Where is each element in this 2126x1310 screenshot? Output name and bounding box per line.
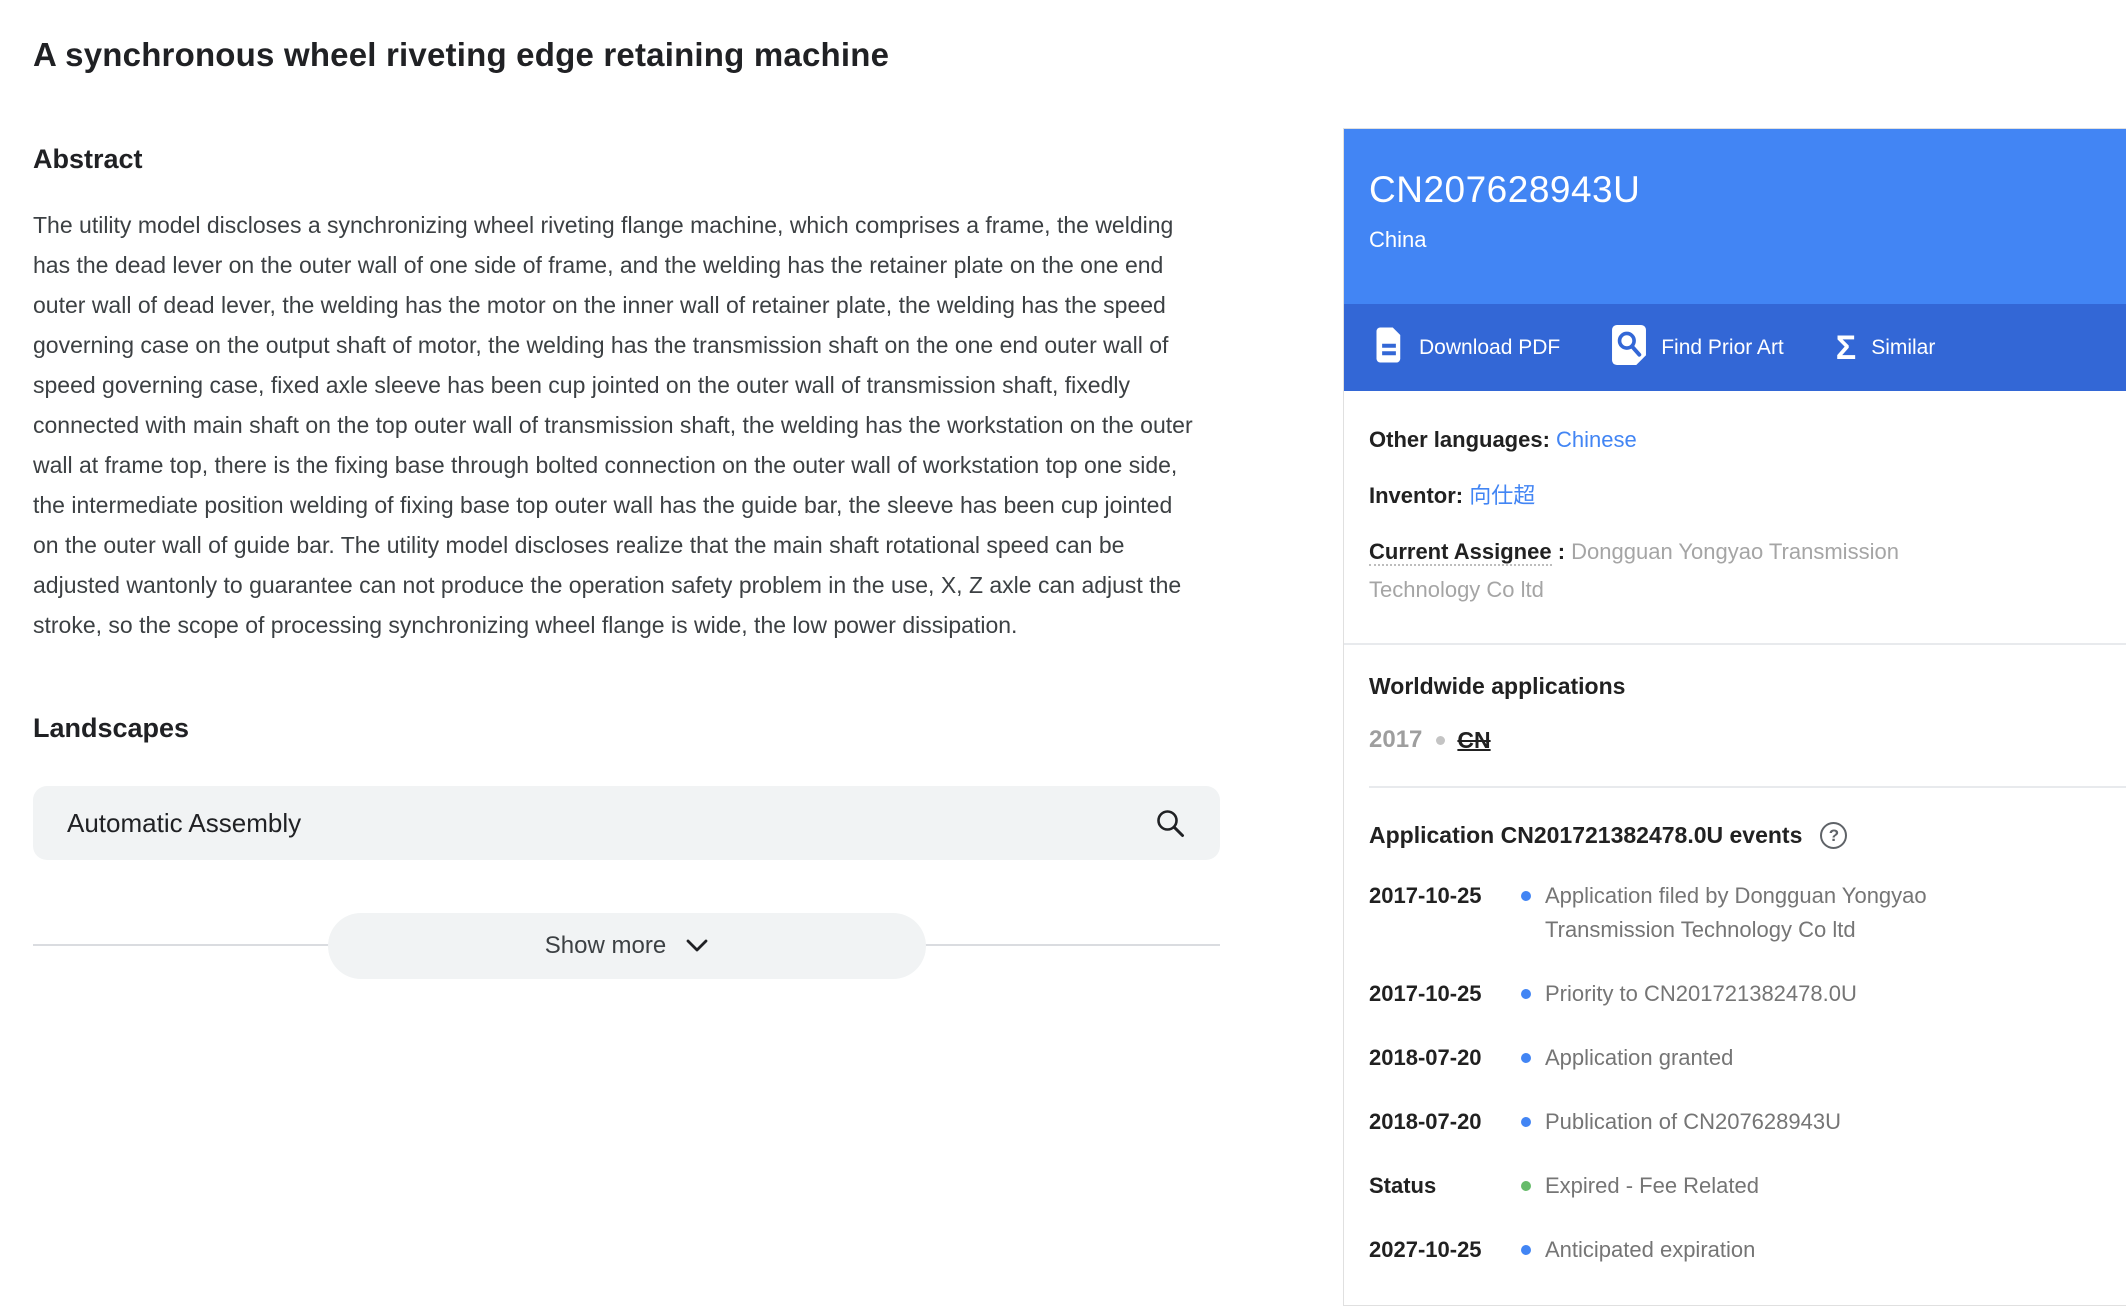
patent-card-header: CN207628943U China bbox=[1344, 129, 2126, 304]
inventor-link[interactable]: 向仕超 bbox=[1469, 483, 1535, 508]
event-text: Application granted bbox=[1545, 1041, 1733, 1075]
event-date: Status bbox=[1369, 1169, 1521, 1203]
abstract-text: The utility model discloses a synchroniz… bbox=[33, 205, 1193, 645]
event-row-status: Status Expired - Fee Related bbox=[1369, 1169, 2101, 1203]
sigma-icon: Σ bbox=[1836, 331, 1856, 365]
page-title: A synchronous wheel riveting edge retain… bbox=[33, 36, 1223, 74]
find-prior-art-label: Find Prior Art bbox=[1661, 336, 1784, 360]
show-more-button[interactable]: Show more bbox=[328, 913, 926, 979]
publication-number: CN207628943U bbox=[1369, 169, 2102, 211]
other-languages-label: Other languages: bbox=[1369, 427, 1550, 452]
chevron-down-icon bbox=[686, 932, 708, 960]
worldwide-applications-heading: Worldwide applications bbox=[1369, 673, 2101, 700]
patent-summary-card: CN207628943U China Download PDF bbox=[1343, 128, 2126, 1306]
assignee-row: Current Assignee : Dongguan Yongyao Tran… bbox=[1369, 533, 1976, 609]
similar-button[interactable]: Σ Similar bbox=[1836, 331, 1936, 365]
download-pdf-button[interactable]: Download PDF bbox=[1374, 326, 1560, 370]
similar-label: Similar bbox=[1871, 336, 1935, 360]
event-date: 2027-10-25 bbox=[1369, 1233, 1521, 1267]
event-date: 2018-07-20 bbox=[1369, 1041, 1521, 1075]
find-prior-art-button[interactable]: Find Prior Art bbox=[1612, 325, 1784, 371]
help-circle-icon[interactable]: ? bbox=[1820, 822, 1847, 849]
events-heading-row: Application CN201721382478.0U events ? bbox=[1369, 822, 2101, 849]
event-dot bbox=[1521, 1245, 1531, 1255]
landscape-item-label: Automatic Assembly bbox=[67, 808, 1154, 839]
other-languages-link[interactable]: Chinese bbox=[1556, 427, 1637, 452]
patent-main-column: A synchronous wheel riveting edge retain… bbox=[33, 0, 1223, 979]
event-text: Priority to CN201721382478.0U bbox=[1545, 977, 1857, 1011]
event-text: Anticipated expiration bbox=[1545, 1233, 1755, 1267]
events-heading: Application CN201721382478.0U events bbox=[1369, 822, 1802, 849]
event-text: Publication of CN207628943U bbox=[1545, 1105, 1841, 1139]
country-code-link[interactable]: CN bbox=[1457, 727, 1490, 754]
event-row: 2017-10-25 Application filed by Dongguan… bbox=[1369, 879, 2101, 947]
search-icon[interactable] bbox=[1154, 807, 1186, 839]
abstract-heading: Abstract bbox=[33, 144, 1223, 175]
patent-meta-section: Other languages: Chinese Inventor: 向仕超 C… bbox=[1344, 391, 2126, 643]
event-date: 2017-10-25 bbox=[1369, 879, 1521, 947]
year-separator-dot bbox=[1436, 736, 1445, 745]
prior-art-search-icon bbox=[1612, 325, 1646, 371]
patent-card-toolbar: Download PDF Find Prior Art Σ Similar bbox=[1344, 304, 2126, 391]
worldwide-applications-row: 2017 CN bbox=[1369, 726, 2101, 754]
current-assignee-label: Current Assignee bbox=[1369, 539, 1552, 566]
application-year: 2017 bbox=[1369, 726, 1422, 754]
event-row: 2027-10-25 Anticipated expiration bbox=[1369, 1233, 2101, 1267]
event-text: Expired - Fee Related bbox=[1545, 1169, 1759, 1203]
event-date: 2018-07-20 bbox=[1369, 1105, 1521, 1139]
pdf-document-icon bbox=[1374, 326, 1404, 370]
event-row: 2018-07-20 Publication of CN207628943U bbox=[1369, 1105, 2101, 1139]
event-dot bbox=[1521, 1117, 1531, 1127]
event-dot bbox=[1521, 1053, 1531, 1063]
event-text: Application filed by Dongguan Yongyao Tr… bbox=[1545, 879, 2025, 947]
event-date: 2017-10-25 bbox=[1369, 977, 1521, 1011]
google-patents-page: { "page": { "title": "A synchronous whee… bbox=[0, 0, 2126, 1310]
publication-country: China bbox=[1369, 227, 2102, 253]
event-row: 2017-10-25 Priority to CN201721382478.0U bbox=[1369, 977, 2101, 1011]
inventor-row: Inventor: 向仕超 bbox=[1369, 477, 1976, 515]
inventor-label: Inventor: bbox=[1369, 483, 1463, 508]
show-more-label: Show more bbox=[545, 932, 666, 960]
application-events-section: Application CN201721382478.0U events ? 2… bbox=[1344, 788, 2126, 1267]
assignee-separator: : bbox=[1552, 539, 1572, 564]
show-more-section: Show more bbox=[33, 913, 1220, 979]
event-dot bbox=[1521, 891, 1531, 901]
other-languages-row: Other languages: Chinese bbox=[1369, 421, 1976, 459]
download-pdf-label: Download PDF bbox=[1419, 336, 1560, 360]
event-dot bbox=[1521, 989, 1531, 999]
landscapes-heading: Landscapes bbox=[33, 713, 1223, 744]
worldwide-applications-section: Worldwide applications 2017 CN bbox=[1344, 645, 2126, 786]
event-row: 2018-07-20 Application granted bbox=[1369, 1041, 2101, 1075]
landscape-item-automatic-assembly[interactable]: Automatic Assembly bbox=[33, 786, 1220, 860]
event-dot bbox=[1521, 1181, 1531, 1191]
